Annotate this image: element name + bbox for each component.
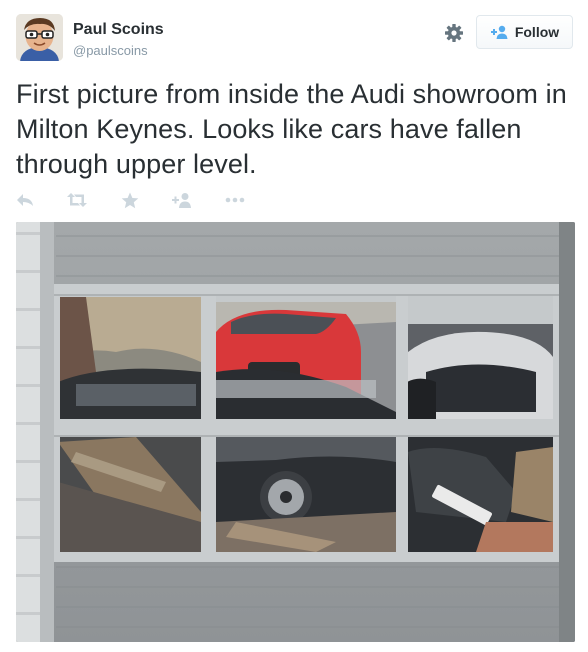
author-name[interactable]: Paul Scoins (73, 21, 164, 39)
retweet-button[interactable] (66, 190, 88, 210)
more-button[interactable] (225, 190, 245, 210)
follow-button[interactable]: Follow (476, 15, 573, 49)
ellipsis-icon (225, 197, 245, 203)
avatar[interactable] (16, 14, 63, 61)
gear-icon[interactable] (443, 22, 465, 44)
tweet-actions (15, 190, 275, 210)
tweet-text: First picture from inside the Audi showr… (16, 79, 567, 179)
retweet-icon (67, 193, 87, 207)
tweet-header: Paul Scoins @paulscoins Follow (0, 0, 588, 70)
star-icon (121, 192, 139, 208)
add-user-icon (172, 193, 191, 208)
avatar-image (16, 14, 63, 61)
showroom-photo-image (16, 222, 575, 642)
tweet-photo[interactable] (16, 222, 575, 642)
follow-action-button[interactable] (172, 190, 192, 210)
reply-button[interactable] (15, 190, 35, 210)
reply-icon (17, 194, 33, 206)
add-user-icon (490, 25, 508, 39)
follow-label: Follow (514, 24, 560, 40)
favorite-button[interactable] (121, 190, 139, 210)
author-handle[interactable]: @paulscoins (73, 43, 148, 58)
